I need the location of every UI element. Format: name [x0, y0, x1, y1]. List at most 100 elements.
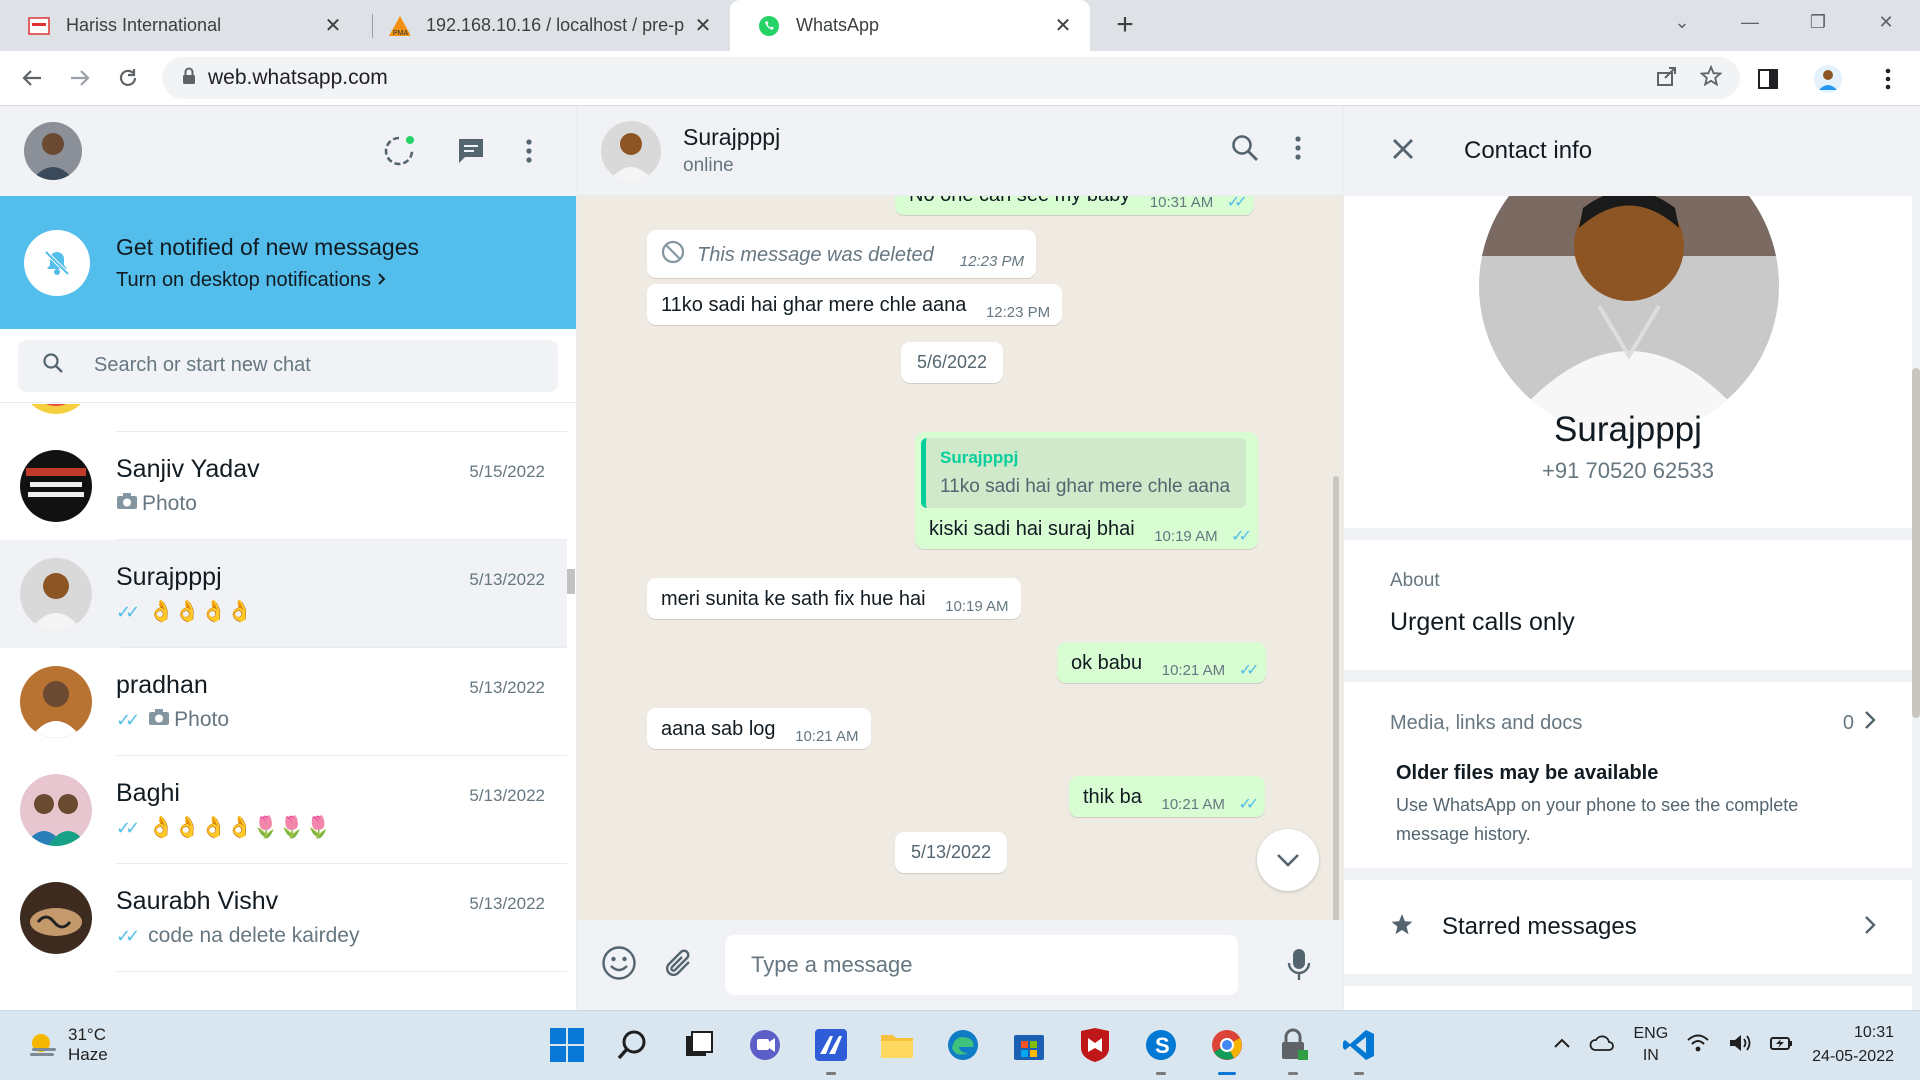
back-button[interactable] — [8, 67, 56, 89]
microsoft-store-icon[interactable] — [1007, 1023, 1051, 1067]
message-time: 10:19 AM — [945, 598, 1009, 615]
message-bubble-out[interactable]: thik ba 10:21 AM ✓✓ — [1069, 776, 1266, 817]
chat-item[interactable]: 🤣 — [0, 404, 567, 432]
microphone-icon[interactable] — [1287, 948, 1311, 982]
media-label: Media, links and docs — [1390, 711, 1583, 734]
task-view-icon[interactable] — [677, 1023, 721, 1067]
search-input[interactable]: Search or start new chat — [18, 339, 558, 392]
close-tab-icon[interactable]: ✕ — [322, 13, 344, 38]
search-placeholder: Search or start new chat — [94, 354, 311, 376]
language-indicator[interactable]: ENG IN — [1633, 1023, 1668, 1067]
message-input[interactable]: Type a message — [725, 935, 1238, 995]
scroll-to-bottom-button[interactable] — [1257, 829, 1319, 891]
message-list: No one can see my baby 10:31 AM ✓✓ This … — [577, 196, 1343, 920]
side-panel-icon[interactable] — [1744, 68, 1792, 89]
message-text: meri sunita ke sath fix hue hai — [661, 588, 926, 610]
notification-link[interactable]: Turn on desktop notifications — [116, 269, 419, 292]
quoted-message[interactable]: Surajpppj 11ko sadi hai ghar mere chle a… — [921, 438, 1246, 508]
wifi-icon[interactable] — [1686, 1033, 1710, 1058]
chat-item-pradhan[interactable]: pradhan 5/13/2022 ✓✓ Photo — [0, 648, 567, 756]
status-icon[interactable] — [382, 134, 416, 168]
chat-item-surajpppj[interactable]: Surajpppj 5/13/2022 ✓✓ 👌👌👌👌 — [0, 540, 567, 648]
volume-icon[interactable] — [1728, 1033, 1752, 1058]
close-icon[interactable] — [1392, 138, 1414, 165]
emoji-icon[interactable] — [601, 945, 637, 986]
vscode-icon[interactable] — [1337, 1023, 1381, 1075]
chat-name: Surajpppj — [116, 563, 222, 591]
search-bar: Search or start new chat — [0, 329, 576, 403]
chat-date: 5/13/2022 — [469, 894, 545, 913]
conversation-menu-icon[interactable] — [1295, 135, 1301, 166]
close-tab-icon[interactable]: ✕ — [692, 13, 714, 38]
clock-date: 24-05-2022 — [1812, 1048, 1894, 1065]
vpn-lock-app-icon[interactable] — [1271, 1023, 1315, 1075]
message-composer: Type a message — [577, 920, 1343, 1010]
restore-button[interactable]: ❐ — [1784, 0, 1852, 44]
tab-phpmyadmin[interactable]: PMA 192.168.10.16 / localhost / pre-p ✕ — [360, 0, 730, 51]
close-tab-icon[interactable]: ✕ — [1052, 13, 1074, 38]
tab-search-icon[interactable]: ⌄ — [1648, 0, 1716, 44]
message-bubble-out[interactable]: No one can see my baby 10:31 AM ✓✓ — [895, 196, 1254, 215]
weather-widget[interactable]: 31°C Haze — [28, 1025, 108, 1065]
close-window-button[interactable]: ✕ — [1852, 0, 1920, 44]
system-tray: ENG IN 10:31 24-05-2022 — [1553, 1021, 1894, 1069]
chat-list-scrollbar[interactable] — [567, 569, 575, 594]
attach-icon[interactable] — [663, 947, 695, 984]
about-label: About — [1390, 570, 1440, 591]
edge-browser-icon[interactable] — [941, 1023, 985, 1067]
my-avatar[interactable] — [24, 122, 82, 180]
tab-whatsapp[interactable]: WhatsApp ✕ — [730, 0, 1090, 51]
tab-hariss[interactable]: Hariss International ✕ — [0, 0, 360, 51]
visual-studio-app-icon[interactable] — [809, 1023, 853, 1075]
message-bubble-out[interactable]: ok babu 10:21 AM ✓✓ — [1057, 642, 1266, 683]
teams-chat-icon[interactable] — [743, 1023, 787, 1067]
mcafee-icon[interactable] — [1073, 1023, 1117, 1067]
battery-charging-icon[interactable] — [1770, 1033, 1794, 1058]
search-messages-icon[interactable] — [1231, 134, 1259, 167]
reload-button[interactable] — [104, 67, 152, 89]
conversation-scrollbar[interactable] — [1333, 476, 1339, 920]
media-links-docs-row[interactable]: Media, links and docs 0 — [1390, 710, 1912, 736]
chrome-icon[interactable] — [1205, 1023, 1249, 1075]
file-explorer-icon[interactable] — [875, 1023, 919, 1067]
contact-name: Surajpppj — [683, 124, 781, 150]
notification-banner[interactable]: Get notified of new messages Turn on des… — [0, 196, 576, 329]
minimize-button[interactable]: — — [1716, 0, 1784, 44]
clock[interactable]: 10:31 24-05-2022 — [1812, 1021, 1894, 1069]
skype-icon[interactable]: S — [1139, 1023, 1183, 1075]
forward-button[interactable] — [56, 67, 104, 89]
contact-photo[interactable] — [1479, 196, 1779, 436]
browser-menu-icon[interactable] — [1864, 68, 1912, 90]
chat-item-saurabh-vishv[interactable]: Saurabh Vishv 5/13/2022 ✓✓ code na delet… — [0, 864, 567, 972]
address-bar[interactable]: web.whatsapp.com — [162, 57, 1740, 99]
search-taskbar-icon[interactable] — [611, 1023, 655, 1067]
bookmark-star-icon[interactable] — [1699, 64, 1723, 92]
chevron-right-icon — [377, 269, 387, 292]
message-bubble-in[interactable]: This message was deleted 12:23 PM — [647, 230, 1037, 278]
svg-text:S: S — [1155, 1033, 1170, 1058]
contact-info-scrollbar[interactable] — [1912, 368, 1920, 718]
contact-avatar[interactable] — [601, 120, 661, 181]
new-tab-button[interactable]: + — [1108, 8, 1142, 42]
start-button[interactable] — [545, 1023, 589, 1067]
message-bubble-in[interactable]: aana sab log 10:21 AM — [647, 708, 871, 749]
message-bubble-in[interactable]: meri sunita ke sath fix hue hai 10:19 AM — [647, 578, 1021, 619]
share-icon[interactable] — [1656, 65, 1678, 92]
message-text: This message was deleted — [697, 243, 934, 266]
starred-messages-row[interactable]: Starred messages — [1344, 880, 1912, 974]
chat-item-baghi[interactable]: Baghi 5/13/2022 ✓✓ 👌👌👌👌🌷🌷🌷 — [0, 756, 567, 864]
onedrive-cloud-icon[interactable] — [1589, 1034, 1615, 1057]
menu-icon[interactable] — [526, 138, 532, 164]
chat-item-sanjiv-yadav[interactable]: Sanjiv Yadav 5/15/2022 Photo — [0, 432, 567, 540]
new-chat-icon[interactable] — [456, 136, 486, 166]
notification-link-label: Turn on desktop notifications — [116, 268, 371, 291]
conversation-header[interactable]: Surajpppj online — [577, 106, 1343, 196]
message-time: 10:31 AM — [1149, 196, 1214, 211]
profile-avatar[interactable] — [1804, 64, 1852, 94]
tab-title: Hariss International — [66, 15, 222, 35]
show-hidden-icons-icon[interactable] — [1553, 1036, 1571, 1054]
chat-name: Sanjiv Yadav — [116, 455, 260, 483]
bell-off-icon — [24, 229, 90, 296]
message-bubble-out-reply[interactable]: Surajpppj 11ko sadi hai ghar mere chle a… — [915, 432, 1258, 549]
message-bubble-in[interactable]: 11ko sadi hai ghar mere chle aana 12:23 … — [647, 284, 1063, 325]
